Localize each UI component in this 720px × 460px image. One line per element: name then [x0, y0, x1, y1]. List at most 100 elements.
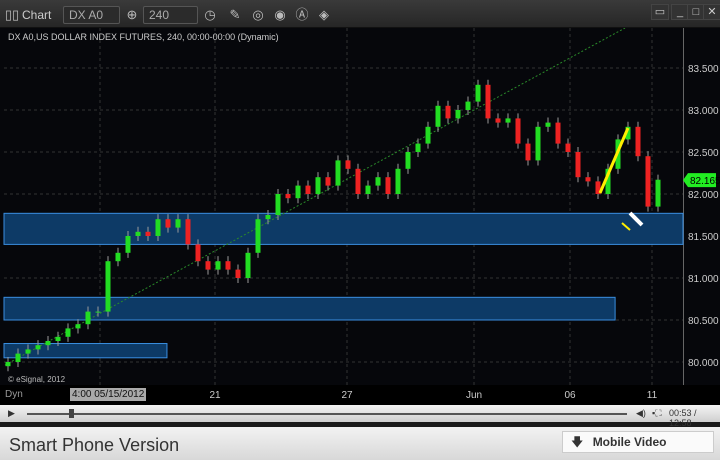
- candle: [455, 110, 461, 119]
- last-price-label: 82.165: [690, 176, 720, 187]
- candle: [355, 168, 361, 194]
- candle: [335, 160, 341, 186]
- candle: [145, 231, 151, 236]
- candle: [465, 101, 471, 110]
- pencil-icon[interactable]: ✎: [227, 7, 243, 23]
- candle: [475, 84, 481, 102]
- candle: [275, 194, 281, 215]
- candle: [205, 261, 211, 270]
- candle: [555, 122, 561, 144]
- candle: [345, 160, 351, 169]
- link-icon[interactable]: ◈: [316, 7, 332, 23]
- candle: [395, 168, 401, 194]
- candle: [385, 177, 391, 194]
- candle: [65, 328, 71, 337]
- titlebar: ▯▯ Chart DX A0 ⊕ 240 ◷ ✎ ◎ ◉ Ⓐ ◈ ▭ _ □ ✕: [0, 0, 720, 28]
- interval-input[interactable]: 240: [143, 6, 198, 24]
- candle: [635, 126, 641, 157]
- y-tick-label: 82.500: [688, 148, 719, 159]
- y-tick-label: 83.500: [688, 64, 719, 75]
- candle: [325, 177, 331, 186]
- candle: [445, 105, 451, 119]
- candle: [55, 336, 61, 341]
- candle: [515, 118, 521, 144]
- footer-title: Smart Phone Version: [9, 435, 180, 455]
- candle: [115, 252, 121, 262]
- symbol-input[interactable]: DX A0: [63, 6, 120, 24]
- chart-icon: ▯▯: [4, 7, 20, 22]
- play-button[interactable]: ▶: [8, 408, 15, 419]
- play-icon[interactable]: ◉: [272, 7, 288, 23]
- video-player-bar: ▶ ◀) ▪⛶ 00:53 / 12:58: [0, 405, 720, 428]
- candle: [125, 236, 131, 253]
- video-time: 00:53 / 12:58: [669, 408, 697, 428]
- seek-handle[interactable]: [69, 409, 74, 418]
- candle: [495, 118, 501, 123]
- alert-icon[interactable]: Ⓐ: [294, 7, 310, 23]
- candle: [5, 362, 11, 367]
- clock-icon[interactable]: ◷: [202, 7, 218, 23]
- x-label: 27: [341, 390, 353, 401]
- candle: [585, 177, 591, 182]
- candle: [485, 84, 491, 119]
- candle: [165, 219, 171, 228]
- candle: [225, 261, 231, 270]
- candle: [155, 219, 161, 236]
- candle: [135, 231, 141, 236]
- candle: [255, 219, 261, 253]
- candle: [425, 126, 431, 144]
- candle: [175, 219, 181, 228]
- candle: [105, 261, 111, 312]
- candle: [295, 185, 301, 199]
- candle: [535, 126, 541, 161]
- candle: [315, 177, 321, 194]
- cursor-date: 4:00 05/15/2012: [70, 388, 147, 401]
- chart-area[interactable]: 80.000 80.500 81.000 81.500 82.000 82.500 83.0…: [0, 27, 720, 385]
- price-chart[interactable]: 80.000 80.500 81.000 81.500 82.000 82.500 83.0…: [0, 27, 720, 385]
- support-zone: [3, 296, 616, 321]
- close-button[interactable]: ✕: [703, 4, 720, 20]
- candle: [15, 353, 21, 362]
- restore-button[interactable]: ▭: [651, 4, 669, 20]
- candle: [565, 143, 571, 152]
- mobile-video-button[interactable]: 🡇 Mobile Video: [562, 431, 714, 453]
- candle: [435, 105, 441, 127]
- fullscreen-icon[interactable]: ▪⛶: [652, 408, 662, 419]
- price-axis-line: [683, 28, 684, 385]
- volume-icon[interactable]: ◀): [636, 408, 646, 419]
- y-tick-label: 80.500: [688, 316, 719, 327]
- candle: [95, 311, 101, 313]
- candle: [235, 269, 241, 278]
- candle: [525, 143, 531, 161]
- candle: [545, 122, 551, 127]
- x-label: 06: [564, 390, 576, 401]
- candle: [85, 311, 91, 325]
- y-tick-label: 81.500: [688, 232, 719, 243]
- dyn-label: Dyn: [5, 389, 23, 400]
- y-tick-label: 82.000: [688, 190, 719, 201]
- time-axis: Dyn 4:00 05/15/2012 21 27 Jun 06 11: [0, 385, 720, 405]
- download-icon: 🡇: [571, 435, 584, 449]
- candle: [405, 152, 411, 169]
- x-label: 11: [646, 390, 658, 401]
- y-tick-label: 81.000: [688, 274, 719, 285]
- candle: [245, 252, 251, 278]
- support-zone: [3, 212, 684, 245]
- symbol-search-icon[interactable]: ⊕: [124, 7, 140, 23]
- candle: [25, 349, 31, 354]
- candle: [375, 177, 381, 186]
- footer: Smart Phone Version 🡇 Mobile Video: [0, 427, 720, 460]
- candle: [655, 179, 661, 207]
- y-tick-label: 80.000: [688, 358, 719, 369]
- candle: [505, 118, 511, 123]
- candle: [645, 156, 651, 207]
- candle: [365, 185, 371, 194]
- candle: [75, 324, 81, 329]
- seek-bar[interactable]: [27, 413, 627, 415]
- candle: [215, 261, 221, 270]
- candle: [575, 152, 581, 178]
- drawn-line: [598, 127, 630, 194]
- candle: [45, 341, 51, 346]
- candle: [415, 143, 421, 152]
- study-icon[interactable]: ◎: [250, 7, 266, 23]
